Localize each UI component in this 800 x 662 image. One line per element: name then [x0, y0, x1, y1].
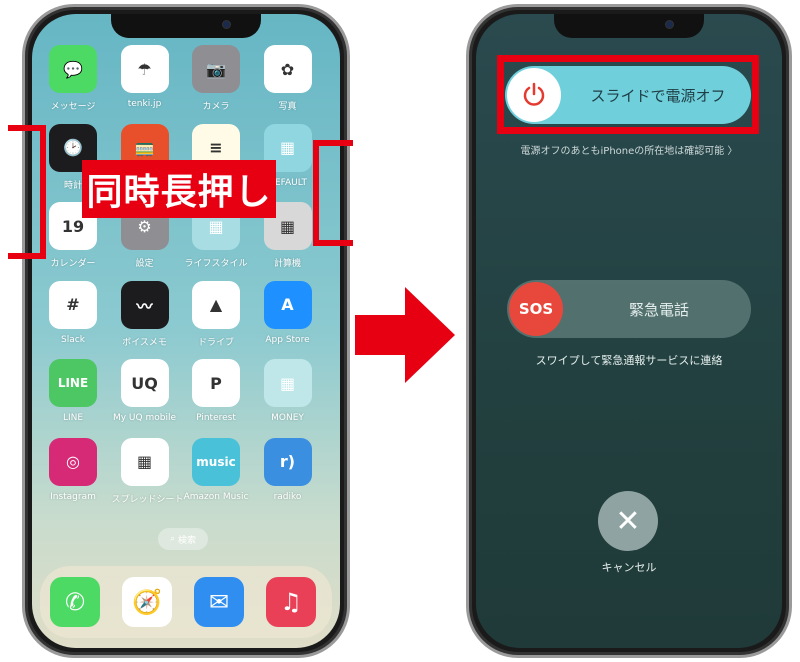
app-label: My UQ mobile: [112, 413, 176, 423]
cancel-label: キャンセル: [601, 561, 657, 574]
right-button-highlight: [313, 140, 353, 246]
app-23[interactable]: music Amazon Music: [183, 437, 249, 502]
sheets-icon: ▦: [120, 437, 169, 486]
app-13[interactable]: # Slack: [40, 280, 106, 345]
notch: [554, 14, 704, 38]
app-2[interactable]: ☂ tenki.jp: [112, 45, 178, 109]
home-screen: 💬 メッセージ ☂ tenki.jp 📷 カメラ ✿ 写真 🕑 時計 🚃 ≡ ▦ DEFAULT 19 カレン…: [32, 14, 340, 648]
app-label: 計算機: [273, 259, 301, 269]
power-slider-label: スライドで電源オフ: [590, 86, 726, 105]
app-label: カレンダー: [50, 259, 96, 269]
uq-mobile-icon: UQ: [120, 359, 169, 407]
app-label: 写真: [278, 102, 297, 112]
app-16[interactable]: A App Store: [255, 280, 321, 345]
app-store-icon: A: [263, 280, 312, 329]
app-label: tenki.jp: [127, 99, 162, 109]
pinterest-icon: P: [192, 359, 240, 407]
app-label: ドライブ: [197, 337, 234, 348]
notch: [111, 14, 261, 38]
voice-memo-icon: 〰: [120, 280, 169, 329]
app-21[interactable]: ◎ Instagram: [40, 437, 106, 502]
app-label: App Store: [265, 334, 310, 345]
phone-icon[interactable]: ✆: [50, 577, 100, 627]
sos-knob[interactable]: SOS: [509, 282, 563, 336]
messages-icon: 💬: [49, 45, 97, 93]
instagram-icon: ◎: [49, 437, 97, 486]
music-icon[interactable]: ♫: [266, 577, 316, 627]
sos-slider-label: 緊急電話: [628, 300, 689, 319]
app-label: ボイスメモ: [122, 337, 167, 348]
cancel-button[interactable]: ✕: [598, 491, 658, 551]
app-label: Slack: [61, 334, 85, 345]
camera-icon: 📷: [192, 45, 240, 93]
power-off-screen: スライドで電源オフ 電源オフのあともiPhoneの所在地は確認可能 〉 SOS …: [476, 14, 782, 648]
tenki-icon: ☂: [120, 45, 169, 93]
app-24[interactable]: r) radiko: [255, 437, 321, 502]
app-15[interactable]: ▲ ドライブ: [183, 280, 249, 348]
dock: ✆ 🧭 ✉ ♫: [40, 566, 332, 638]
line-icon: LINE: [49, 359, 97, 407]
app-label: Pinterest: [196, 413, 236, 423]
app-label: Instagram: [50, 491, 96, 502]
press-both-callout: 同時長押し: [82, 160, 276, 218]
app-label: LINE: [62, 413, 84, 423]
app-label: ライフスタイル: [184, 259, 248, 269]
emergency-sos-slider[interactable]: SOS 緊急電話: [507, 280, 751, 338]
power-knob[interactable]: [507, 68, 561, 122]
amazon-music-icon: music: [192, 437, 240, 486]
app-1[interactable]: 💬 メッセージ: [40, 45, 106, 112]
app-20[interactable]: ▦ MONEY: [255, 359, 321, 423]
app-19[interactable]: P Pinterest: [183, 359, 249, 423]
folder-icon: ▦: [263, 359, 312, 407]
app-17[interactable]: LINE LINE: [40, 359, 106, 423]
app-label: メッセージ: [50, 102, 96, 112]
arrow-right-icon: [355, 287, 455, 383]
mail-icon[interactable]: ✉: [194, 577, 244, 627]
app-22[interactable]: ▦ スプレッドシート: [111, 437, 184, 505]
find-my-note[interactable]: 電源オフのあともiPhoneの所在地は確認可能 〉: [476, 142, 782, 157]
app-3[interactable]: 📷 カメラ: [183, 45, 249, 112]
photos-icon: ✿: [263, 45, 312, 93]
drive-icon: ▲: [192, 280, 240, 329]
radiko-icon: r): [263, 437, 312, 486]
search-pill[interactable]: ⌕ 検索: [158, 528, 208, 550]
power-off-slider[interactable]: スライドで電源オフ: [505, 66, 751, 124]
power-icon: [523, 82, 545, 106]
app-label: カメラ: [202, 102, 230, 112]
app-label: MONEY: [271, 413, 304, 423]
sos-note: スワイプして緊急通報サービスに連絡: [535, 354, 723, 367]
app-14[interactable]: 〰ボイスメモ: [112, 280, 178, 348]
app-label: radiko: [273, 491, 302, 502]
app-4[interactable]: ✿ 写真: [255, 45, 321, 112]
app-label: Amazon Music: [183, 491, 249, 502]
app-label: スプレッドシート: [111, 494, 184, 505]
app-label: 設定: [135, 259, 154, 269]
slack-icon: #: [49, 280, 97, 329]
search-icon: ⌕: [169, 534, 176, 544]
safari-icon[interactable]: 🧭: [122, 577, 172, 627]
close-icon: ✕: [615, 503, 641, 539]
left-button-highlight: [8, 125, 46, 259]
app-18[interactable]: UQ My UQ mobile: [112, 359, 178, 423]
